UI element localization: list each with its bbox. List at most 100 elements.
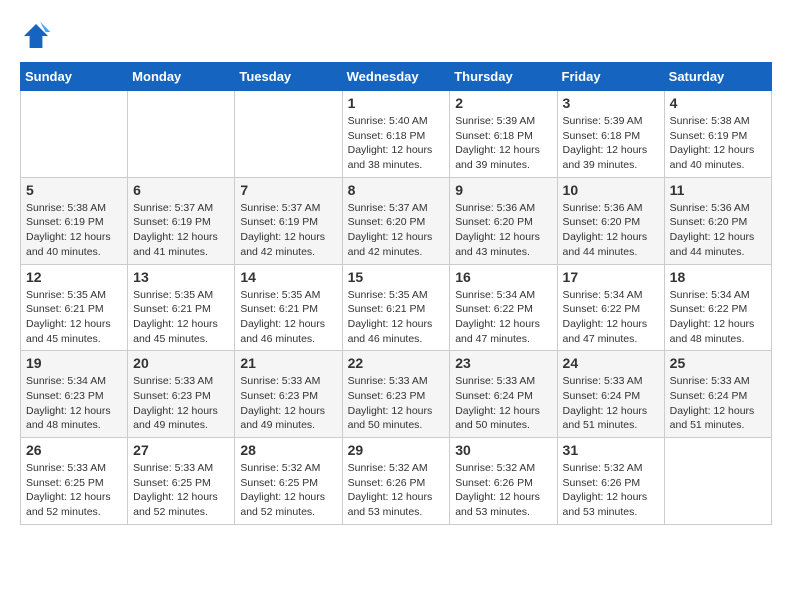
calendar-header-saturday: Saturday — [664, 63, 771, 91]
logo-icon — [20, 20, 52, 52]
calendar-week-4: 19 Sunrise: 5:34 AM Sunset: 6:23 PM Dayli… — [21, 351, 772, 438]
logo — [20, 20, 58, 52]
day-number: 6 — [133, 182, 229, 198]
day-number: 21 — [240, 355, 336, 371]
calendar-cell: 16 Sunrise: 5:34 AM Sunset: 6:22 PM Dayli… — [450, 264, 557, 351]
day-info: Sunrise: 5:33 AM Sunset: 6:24 PM Dayligh… — [563, 374, 659, 433]
day-number: 26 — [26, 442, 122, 458]
day-number: 9 — [455, 182, 551, 198]
day-info: Sunrise: 5:39 AM Sunset: 6:18 PM Dayligh… — [455, 114, 551, 173]
day-number: 13 — [133, 269, 229, 285]
calendar-cell: 10 Sunrise: 5:36 AM Sunset: 6:20 PM Dayli… — [557, 177, 664, 264]
calendar-cell: 23 Sunrise: 5:33 AM Sunset: 6:24 PM Dayli… — [450, 351, 557, 438]
day-number: 5 — [26, 182, 122, 198]
day-info: Sunrise: 5:35 AM Sunset: 6:21 PM Dayligh… — [26, 288, 122, 347]
day-number: 22 — [348, 355, 445, 371]
calendar-cell: 20 Sunrise: 5:33 AM Sunset: 6:23 PM Dayli… — [128, 351, 235, 438]
day-number: 10 — [563, 182, 659, 198]
calendar-cell: 17 Sunrise: 5:34 AM Sunset: 6:22 PM Dayli… — [557, 264, 664, 351]
day-number: 28 — [240, 442, 336, 458]
calendar-cell: 9 Sunrise: 5:36 AM Sunset: 6:20 PM Daylig… — [450, 177, 557, 264]
calendar-cell: 8 Sunrise: 5:37 AM Sunset: 6:20 PM Daylig… — [342, 177, 450, 264]
calendar-header-friday: Friday — [557, 63, 664, 91]
day-number: 29 — [348, 442, 445, 458]
day-info: Sunrise: 5:36 AM Sunset: 6:20 PM Dayligh… — [670, 201, 766, 260]
day-info: Sunrise: 5:32 AM Sunset: 6:26 PM Dayligh… — [563, 461, 659, 520]
day-info: Sunrise: 5:37 AM Sunset: 6:19 PM Dayligh… — [240, 201, 336, 260]
day-info: Sunrise: 5:36 AM Sunset: 6:20 PM Dayligh… — [563, 201, 659, 260]
calendar-week-3: 12 Sunrise: 5:35 AM Sunset: 6:21 PM Dayli… — [21, 264, 772, 351]
day-number: 14 — [240, 269, 336, 285]
calendar-cell: 21 Sunrise: 5:33 AM Sunset: 6:23 PM Dayli… — [235, 351, 342, 438]
calendar-cell: 26 Sunrise: 5:33 AM Sunset: 6:25 PM Dayli… — [21, 438, 128, 525]
calendar-cell: 29 Sunrise: 5:32 AM Sunset: 6:26 PM Dayli… — [342, 438, 450, 525]
calendar-cell: 24 Sunrise: 5:33 AM Sunset: 6:24 PM Dayli… — [557, 351, 664, 438]
calendar-cell: 18 Sunrise: 5:34 AM Sunset: 6:22 PM Dayli… — [664, 264, 771, 351]
day-info: Sunrise: 5:35 AM Sunset: 6:21 PM Dayligh… — [348, 288, 445, 347]
calendar-cell: 5 Sunrise: 5:38 AM Sunset: 6:19 PM Daylig… — [21, 177, 128, 264]
calendar-table: SundayMondayTuesdayWednesdayThursdayFrid… — [20, 62, 772, 525]
day-number: 19 — [26, 355, 122, 371]
calendar-cell: 4 Sunrise: 5:38 AM Sunset: 6:19 PM Daylig… — [664, 91, 771, 178]
day-number: 25 — [670, 355, 766, 371]
calendar-cell: 19 Sunrise: 5:34 AM Sunset: 6:23 PM Dayli… — [21, 351, 128, 438]
calendar-cell: 3Sunrise: 5:39 AM Sunset: 6:18 PM Daylig… — [557, 91, 664, 178]
day-info: Sunrise: 5:34 AM Sunset: 6:22 PM Dayligh… — [563, 288, 659, 347]
calendar-cell — [235, 91, 342, 178]
calendar-cell — [664, 438, 771, 525]
day-number: 2 — [455, 95, 551, 111]
calendar-cell: 14 Sunrise: 5:35 AM Sunset: 6:21 PM Dayli… — [235, 264, 342, 351]
day-info: Sunrise: 5:33 AM Sunset: 6:24 PM Dayligh… — [455, 374, 551, 433]
day-info: Sunrise: 5:40 AM Sunset: 6:18 PM Dayligh… — [348, 114, 445, 173]
day-number: 17 — [563, 269, 659, 285]
day-info: Sunrise: 5:34 AM Sunset: 6:22 PM Dayligh… — [670, 288, 766, 347]
day-info: Sunrise: 5:33 AM Sunset: 6:23 PM Dayligh… — [240, 374, 336, 433]
day-number: 7 — [240, 182, 336, 198]
calendar-week-1: 1Sunrise: 5:40 AM Sunset: 6:18 PM Daylig… — [21, 91, 772, 178]
day-info: Sunrise: 5:34 AM Sunset: 6:22 PM Dayligh… — [455, 288, 551, 347]
calendar-cell — [21, 91, 128, 178]
day-number: 11 — [670, 182, 766, 198]
calendar-header-sunday: Sunday — [21, 63, 128, 91]
calendar-cell: 15 Sunrise: 5:35 AM Sunset: 6:21 PM Dayli… — [342, 264, 450, 351]
day-number: 12 — [26, 269, 122, 285]
calendar-cell: 6 Sunrise: 5:37 AM Sunset: 6:19 PM Daylig… — [128, 177, 235, 264]
calendar-header-row: SundayMondayTuesdayWednesdayThursdayFrid… — [21, 63, 772, 91]
calendar-cell: 7 Sunrise: 5:37 AM Sunset: 6:19 PM Daylig… — [235, 177, 342, 264]
calendar-cell: 13 Sunrise: 5:35 AM Sunset: 6:21 PM Dayli… — [128, 264, 235, 351]
day-number: 8 — [348, 182, 445, 198]
day-info: Sunrise: 5:33 AM Sunset: 6:25 PM Dayligh… — [26, 461, 122, 520]
day-info: Sunrise: 5:36 AM Sunset: 6:20 PM Dayligh… — [455, 201, 551, 260]
calendar-cell: 27 Sunrise: 5:33 AM Sunset: 6:25 PM Dayli… — [128, 438, 235, 525]
day-info: Sunrise: 5:35 AM Sunset: 6:21 PM Dayligh… — [240, 288, 336, 347]
day-number: 4 — [670, 95, 766, 111]
day-number: 30 — [455, 442, 551, 458]
calendar-cell: 28 Sunrise: 5:32 AM Sunset: 6:25 PM Dayli… — [235, 438, 342, 525]
day-number: 23 — [455, 355, 551, 371]
calendar-header-thursday: Thursday — [450, 63, 557, 91]
day-info: Sunrise: 5:33 AM Sunset: 6:24 PM Dayligh… — [670, 374, 766, 433]
calendar-header-tuesday: Tuesday — [235, 63, 342, 91]
day-info: Sunrise: 5:37 AM Sunset: 6:20 PM Dayligh… — [348, 201, 445, 260]
day-info: Sunrise: 5:37 AM Sunset: 6:19 PM Dayligh… — [133, 201, 229, 260]
day-info: Sunrise: 5:33 AM Sunset: 6:23 PM Dayligh… — [348, 374, 445, 433]
calendar-header-wednesday: Wednesday — [342, 63, 450, 91]
day-info: Sunrise: 5:38 AM Sunset: 6:19 PM Dayligh… — [26, 201, 122, 260]
day-number: 27 — [133, 442, 229, 458]
day-number: 18 — [670, 269, 766, 285]
day-number: 16 — [455, 269, 551, 285]
day-number: 15 — [348, 269, 445, 285]
day-info: Sunrise: 5:33 AM Sunset: 6:25 PM Dayligh… — [133, 461, 229, 520]
day-info: Sunrise: 5:33 AM Sunset: 6:23 PM Dayligh… — [133, 374, 229, 433]
day-number: 3 — [563, 95, 659, 111]
day-info: Sunrise: 5:38 AM Sunset: 6:19 PM Dayligh… — [670, 114, 766, 173]
day-info: Sunrise: 5:35 AM Sunset: 6:21 PM Dayligh… — [133, 288, 229, 347]
day-number: 24 — [563, 355, 659, 371]
day-info: Sunrise: 5:32 AM Sunset: 6:26 PM Dayligh… — [348, 461, 445, 520]
day-number: 20 — [133, 355, 229, 371]
day-info: Sunrise: 5:34 AM Sunset: 6:23 PM Dayligh… — [26, 374, 122, 433]
calendar-cell: 2 Sunrise: 5:39 AM Sunset: 6:18 PM Daylig… — [450, 91, 557, 178]
calendar-cell: 12 Sunrise: 5:35 AM Sunset: 6:21 PM Dayli… — [21, 264, 128, 351]
calendar-cell — [128, 91, 235, 178]
day-info: Sunrise: 5:32 AM Sunset: 6:25 PM Dayligh… — [240, 461, 336, 520]
